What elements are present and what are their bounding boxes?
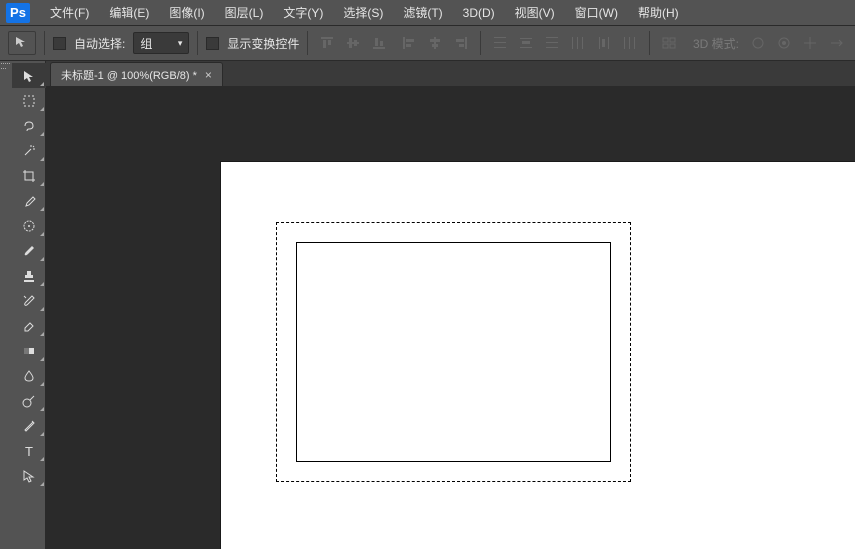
align-group-2 bbox=[398, 32, 472, 54]
menu-select[interactable]: 选择(S) bbox=[335, 1, 391, 24]
3d-mode-group bbox=[747, 32, 847, 54]
3d-slide-icon bbox=[825, 32, 847, 54]
pen-icon bbox=[21, 418, 37, 434]
distribute-group bbox=[489, 32, 641, 54]
distribute-right-icon bbox=[619, 32, 641, 54]
blur-icon bbox=[21, 368, 37, 384]
toolbar-grab-icon[interactable] bbox=[1, 63, 11, 71]
canvas-area[interactable] bbox=[46, 87, 855, 549]
3d-roll-icon bbox=[773, 32, 795, 54]
document-tab-bar: 未标题-1 @ 100%(RGB/8) * × bbox=[46, 61, 855, 87]
divider bbox=[44, 31, 45, 55]
3d-mode-label: 3D 模式: bbox=[693, 35, 739, 52]
path-icon bbox=[21, 468, 37, 484]
auto-select-checkbox[interactable] bbox=[53, 37, 66, 50]
auto-select-label: 自动选择: bbox=[74, 35, 125, 52]
distribute-vcenter-icon bbox=[515, 32, 537, 54]
marquee-tool[interactable] bbox=[12, 88, 46, 113]
gradient-tool[interactable] bbox=[12, 338, 46, 363]
move-icon bbox=[21, 68, 37, 84]
document-tab[interactable]: 未标题-1 @ 100%(RGB/8) * × bbox=[50, 62, 223, 86]
divider bbox=[649, 31, 650, 55]
brush-icon bbox=[21, 243, 37, 259]
hbrush-icon bbox=[21, 293, 37, 309]
pen-tool[interactable] bbox=[12, 413, 46, 438]
spot-heal-tool[interactable] bbox=[12, 213, 46, 238]
divider bbox=[197, 31, 198, 55]
marquee-icon bbox=[21, 93, 37, 109]
stamp-icon bbox=[21, 268, 37, 284]
menu-type[interactable]: 文字(Y) bbox=[275, 1, 331, 24]
stamp-tool[interactable] bbox=[12, 263, 46, 288]
menu-filter[interactable]: 滤镜(T) bbox=[395, 1, 450, 24]
crop-tool[interactable] bbox=[12, 163, 46, 188]
workspace: 未标题-1 @ 100%(RGB/8) * × bbox=[46, 61, 855, 549]
menu-edit[interactable]: 编辑(E) bbox=[101, 1, 157, 24]
body: T 未标题-1 @ 100%(RGB/8) * × bbox=[0, 61, 855, 549]
close-tab-icon[interactable]: × bbox=[205, 68, 212, 82]
auto-select-dropdown[interactable]: 组 ▾ bbox=[133, 32, 189, 54]
auto-select-value: 组 bbox=[140, 35, 152, 52]
menu-help[interactable]: 帮助(H) bbox=[630, 1, 687, 24]
path-select-tool[interactable] bbox=[12, 463, 46, 488]
distribute-hcenter-icon bbox=[593, 32, 615, 54]
menu-file[interactable]: 文件(F) bbox=[42, 1, 97, 24]
eraser-tool[interactable] bbox=[12, 313, 46, 338]
distribute-bottom-icon bbox=[541, 32, 563, 54]
move-tool[interactable] bbox=[12, 63, 46, 88]
align-group-1 bbox=[316, 32, 390, 54]
eyedropper-icon bbox=[21, 193, 37, 209]
show-transform-label: 显示变换控件 bbox=[227, 35, 299, 52]
3d-pan-icon bbox=[799, 32, 821, 54]
eraser-icon bbox=[21, 318, 37, 334]
crop-icon bbox=[21, 168, 37, 184]
move-icon bbox=[14, 35, 30, 51]
wand-icon bbox=[21, 143, 37, 159]
distribute-left-icon bbox=[567, 32, 589, 54]
menu-layer[interactable]: 图层(L) bbox=[217, 1, 272, 24]
menu-bar: Ps 文件(F) 编辑(E) 图像(I) 图层(L) 文字(Y) 选择(S) 滤… bbox=[0, 0, 855, 25]
toolbar-handle-col bbox=[0, 61, 12, 549]
menu-view[interactable]: 视图(V) bbox=[507, 1, 563, 24]
align-left-icon bbox=[398, 32, 420, 54]
chevron-down-icon: ▾ bbox=[178, 38, 183, 49]
lasso-icon bbox=[21, 118, 37, 134]
lasso-tool[interactable] bbox=[12, 113, 46, 138]
show-transform-checkbox[interactable] bbox=[206, 37, 219, 50]
type-tool[interactable]: T bbox=[12, 438, 46, 463]
document-tab-title: 未标题-1 @ 100%(RGB/8) * bbox=[61, 67, 197, 83]
divider bbox=[480, 31, 481, 55]
align-top-icon bbox=[316, 32, 338, 54]
inner-rectangle bbox=[296, 242, 611, 462]
dodge-tool[interactable] bbox=[12, 388, 46, 413]
divider bbox=[307, 31, 308, 55]
tools-panel: T bbox=[12, 61, 46, 549]
app-logo: Ps bbox=[6, 3, 30, 23]
menu-window[interactable]: 窗口(W) bbox=[567, 1, 626, 24]
blur-tool[interactable] bbox=[12, 363, 46, 388]
menu-3d[interactable]: 3D(D) bbox=[455, 3, 503, 23]
history-brush-tool[interactable] bbox=[12, 288, 46, 313]
gradient-icon bbox=[21, 343, 37, 359]
3d-rotate-icon bbox=[747, 32, 769, 54]
type-icon: T bbox=[21, 443, 37, 459]
distribute-top-icon bbox=[489, 32, 511, 54]
align-right-icon bbox=[450, 32, 472, 54]
heal-icon bbox=[21, 218, 37, 234]
magic-wand-tool[interactable] bbox=[12, 138, 46, 163]
brush-tool[interactable] bbox=[12, 238, 46, 263]
dodge-icon bbox=[21, 393, 37, 409]
svg-text:T: T bbox=[25, 444, 33, 459]
eyedropper-tool[interactable] bbox=[12, 188, 46, 213]
auto-align-icon bbox=[658, 32, 680, 54]
current-tool-indicator[interactable] bbox=[8, 31, 36, 55]
align-bottom-icon bbox=[368, 32, 390, 54]
menu-image[interactable]: 图像(I) bbox=[161, 1, 212, 24]
align-vcenter-icon bbox=[342, 32, 364, 54]
align-hcenter-icon bbox=[424, 32, 446, 54]
options-bar: 自动选择: 组 ▾ 显示变换控件 3D 模式: bbox=[0, 25, 855, 61]
canvas[interactable] bbox=[221, 162, 855, 549]
